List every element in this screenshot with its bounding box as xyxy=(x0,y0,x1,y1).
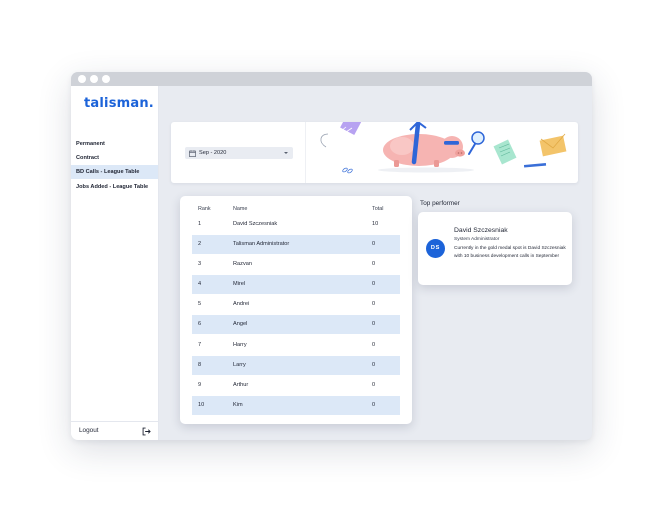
total-cell: 0 xyxy=(372,241,376,247)
top-performer-description: Currently in the gold medal spot is Davi… xyxy=(454,246,566,259)
total-cell: 0 xyxy=(372,301,376,307)
table-row[interactable]: 4 Mirel 0 xyxy=(192,275,400,294)
sidebar-item-permanent[interactable]: Permanent xyxy=(71,137,158,151)
column-header-name[interactable]: Name xyxy=(233,206,247,212)
name-cell: Kim xyxy=(233,402,243,408)
column-header-rank[interactable]: Rank xyxy=(198,206,211,212)
total-cell: 0 xyxy=(372,362,376,368)
calendar-icon xyxy=(189,149,196,157)
table-row[interactable]: 5 Andrei 0 xyxy=(192,295,400,314)
logout-icon[interactable] xyxy=(142,427,151,436)
pig-detective-illustration xyxy=(320,122,567,174)
window-dot-icon[interactable] xyxy=(102,75,110,83)
name-cell: Arthur xyxy=(233,382,249,388)
rank-cell: 10 xyxy=(198,402,205,408)
sidebar-item-bd-calls-league-table[interactable]: BD Calls - League Table xyxy=(71,165,158,179)
total-cell: 10 xyxy=(372,221,379,227)
total-cell: 0 xyxy=(372,261,376,267)
table-row[interactable]: 3 Razvan 0 xyxy=(192,255,400,274)
name-cell: Andrei xyxy=(233,301,250,307)
total-cell: 0 xyxy=(372,402,376,408)
top-performer-name: David Szczesniak xyxy=(454,227,508,234)
column-header-total[interactable]: Total xyxy=(372,206,383,212)
avatar: DS xyxy=(426,239,445,258)
top-performer-title: Top performer xyxy=(420,200,460,207)
period-select-value: Sep - 2020 xyxy=(199,150,227,156)
table-row[interactable]: 6 Angel 0 xyxy=(192,315,400,334)
chevron-down-icon xyxy=(284,152,288,154)
rank-cell: 3 xyxy=(198,261,202,267)
sidebar-item-label: Contract xyxy=(76,155,99,161)
sidebar-item-contract[interactable]: Contract xyxy=(71,151,158,165)
table-row[interactable]: 1 David Szczesniak 10 xyxy=(192,215,400,234)
total-cell: 0 xyxy=(372,281,376,287)
name-cell: Harry xyxy=(233,342,247,348)
rank-cell: 1 xyxy=(198,221,202,227)
name-cell: Razvan xyxy=(233,261,252,267)
table-row[interactable]: 8 Larry 0 xyxy=(192,356,400,375)
league-table-card: Rank Name Total 1 David Szczesniak 10 2 … xyxy=(180,196,412,424)
rank-cell: 6 xyxy=(198,321,202,327)
name-cell: David Szczesniak xyxy=(233,221,278,227)
sidebar-item-label: Jobs Added - League Table xyxy=(76,184,149,190)
table-row[interactable]: 7 Harry 0 xyxy=(192,336,400,355)
top-performer-card[interactable]: DS David Szczesniak System Administrator… xyxy=(418,212,572,285)
total-cell: 0 xyxy=(372,342,376,348)
rank-cell: 4 xyxy=(198,281,202,287)
top-performer-role: System Administrator xyxy=(454,237,500,242)
window-dot-icon[interactable] xyxy=(78,75,86,83)
rank-cell: 5 xyxy=(198,301,202,307)
period-select[interactable]: Sep - 2020 xyxy=(185,147,293,159)
sidebar: talisman. Permanent Contract BD Calls - … xyxy=(71,86,159,440)
logout-label[interactable]: Logout xyxy=(79,427,99,434)
rank-cell: 9 xyxy=(198,382,202,388)
name-cell: Larry xyxy=(233,362,246,368)
table-row[interactable]: 2 Talisman Administrator 0 xyxy=(192,235,400,254)
sidebar-item-jobs-added-league-table[interactable]: Jobs Added - League Table xyxy=(71,180,158,194)
total-cell: 0 xyxy=(372,382,376,388)
sidebar-item-label: BD Calls - League Table xyxy=(76,169,140,175)
app-window: talisman. Permanent Contract BD Calls - … xyxy=(71,72,592,440)
rank-cell: 8 xyxy=(198,362,202,368)
window-dot-icon[interactable] xyxy=(90,75,98,83)
table-row[interactable]: 9 Arthur 0 xyxy=(192,376,400,395)
total-cell: 0 xyxy=(372,321,376,327)
period-banner: Sep - 2020 xyxy=(171,122,578,183)
window-titlebar xyxy=(71,72,592,86)
name-cell: Talisman Administrator xyxy=(233,241,290,247)
name-cell: Angel xyxy=(233,321,248,327)
logout-bar: Logout xyxy=(71,421,158,440)
rank-cell: 2 xyxy=(198,241,202,247)
table-row[interactable]: 10 Kim 0 xyxy=(192,396,400,415)
talisman-logo[interactable]: talisman. xyxy=(84,96,154,111)
name-cell: Mirel xyxy=(233,281,246,287)
sidebar-item-label: Permanent xyxy=(76,141,105,147)
rank-cell: 7 xyxy=(198,342,202,348)
